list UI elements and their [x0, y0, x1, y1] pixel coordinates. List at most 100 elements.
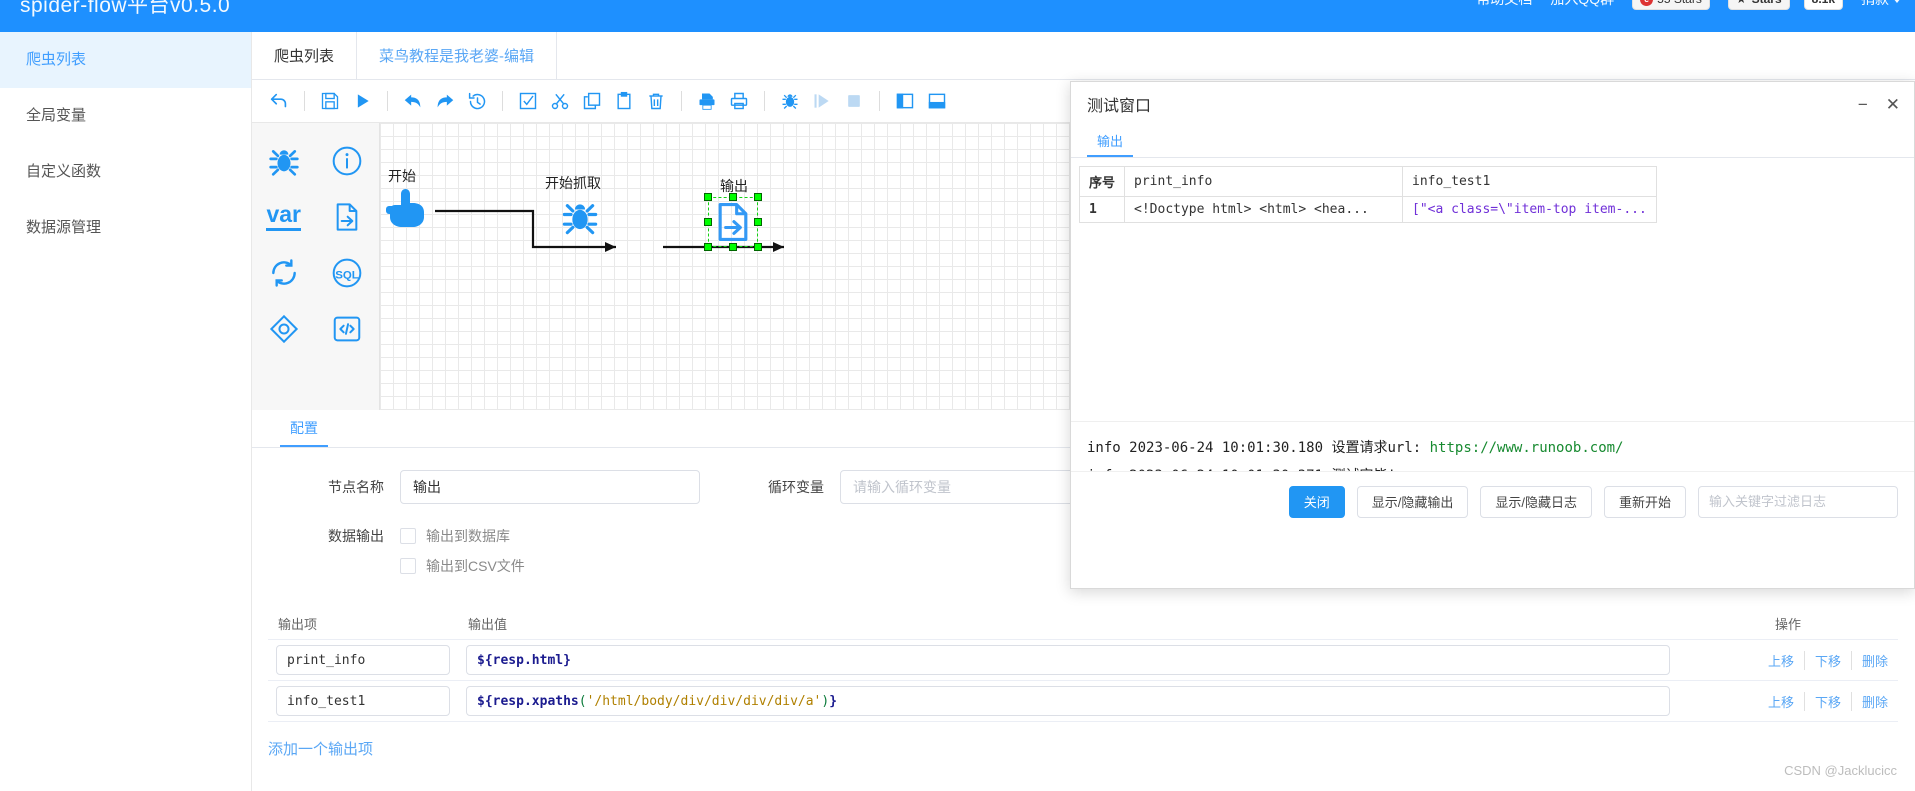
log-level: info	[1087, 440, 1121, 456]
output-to-csv-checkbox[interactable]	[400, 558, 416, 574]
code-token: '/html/body/div/div/div/div/a'	[586, 693, 822, 709]
output-item-input[interactable]: print_info	[276, 645, 450, 675]
dialog-header: 测试窗口 − ✕	[1071, 82, 1914, 126]
move-down-link[interactable]: 下移	[1805, 650, 1852, 670]
watermark: CSDN @Jacklucicc	[1784, 763, 1897, 778]
delete-link[interactable]: 删除	[1852, 692, 1890, 711]
sidebar-item-datasource[interactable]: 数据源管理	[0, 200, 251, 256]
table-header-row: 输出项 输出值 操作	[268, 608, 1898, 640]
loop-icon[interactable]	[252, 245, 316, 301]
nav-donate[interactable]: 捐款	[1861, 0, 1901, 9]
output-value-input[interactable]: ${resp.xpaths('/html/body/div/div/div/di…	[466, 686, 1670, 716]
resize-handle[interactable]	[754, 218, 762, 226]
redo-icon[interactable]	[430, 86, 460, 116]
node-name-label: 节点名称	[328, 479, 384, 495]
delete-icon[interactable]	[641, 86, 671, 116]
save-icon[interactable]	[315, 86, 345, 116]
resize-handle[interactable]	[704, 218, 712, 226]
tab-spider-list[interactable]: 爬虫列表	[252, 32, 358, 79]
code-token: ${resp.html}	[477, 652, 571, 668]
panel-left-icon[interactable]	[890, 86, 920, 116]
output-item-input[interactable]: info_test1	[276, 686, 450, 716]
selection-box	[708, 197, 758, 247]
paste-icon[interactable]	[609, 86, 639, 116]
tab-config[interactable]: 配置	[280, 410, 328, 447]
node-palette: var SQL	[252, 123, 380, 410]
print-preview-icon[interactable]	[692, 86, 722, 116]
sidebar-item-label: 自定义函数	[26, 163, 102, 180]
history-icon[interactable]	[462, 86, 492, 116]
cell-actions: 上移 下移 删除	[1678, 639, 1898, 681]
node-name-input[interactable]	[400, 470, 700, 504]
undo-icon[interactable]	[398, 86, 428, 116]
debug-icon[interactable]	[775, 86, 805, 116]
log-message: 设置请求url:	[1331, 440, 1422, 456]
github-issues-badge[interactable]: e 55 Stars	[1632, 0, 1710, 10]
result-cell-info-test1: ["<a class=\"item-top item-...	[1402, 196, 1657, 223]
step-icon[interactable]	[807, 86, 837, 116]
print-icon[interactable]	[724, 86, 754, 116]
dialog-footer: 关闭 显示/隐藏输出 显示/隐藏日志 重新开始	[1071, 471, 1914, 531]
panel-bottom-icon[interactable]	[922, 86, 952, 116]
code-icon[interactable]	[316, 301, 380, 357]
data-output-checkbox-group: 输出到数据库 输出到CSV文件	[400, 526, 525, 586]
log-url: https://www.runoob.com/	[1429, 440, 1624, 456]
toggle-output-button[interactable]: 显示/隐藏输出	[1356, 485, 1469, 518]
data-output-label: 数据输出	[328, 528, 384, 544]
stop-icon[interactable]	[839, 86, 869, 116]
output-to-database-checkbox[interactable]	[400, 528, 416, 544]
resize-handle[interactable]	[704, 243, 712, 251]
node-label-start: 开始	[388, 168, 416, 184]
test-dialog: 测试窗口 − ✕ 输出 序号 print_info info_test1 1 <…	[1070, 81, 1915, 589]
app-brand: spider-flow平台v0.5.0	[20, 0, 231, 17]
output-value-input[interactable]: ${resp.html}	[466, 645, 1670, 675]
sql-icon[interactable]: SQL	[316, 245, 380, 301]
column-header-value: 输出值	[458, 608, 1678, 640]
delete-link[interactable]: 删除	[1852, 651, 1890, 670]
hand-pointer-icon[interactable]	[386, 185, 428, 234]
move-up-link[interactable]: 上移	[1758, 691, 1805, 711]
undo-arrow-icon[interactable]	[264, 86, 294, 116]
add-output-item-link[interactable]: 添加一个输出项	[268, 738, 373, 759]
tab-output[interactable]: 输出	[1087, 126, 1134, 157]
tab-config-label: 配置	[290, 420, 318, 436]
move-down-link[interactable]: 下移	[1805, 691, 1852, 711]
cut-icon[interactable]	[545, 86, 575, 116]
resize-handle[interactable]	[729, 243, 737, 251]
copy-icon[interactable]	[577, 86, 607, 116]
run-icon[interactable]	[347, 86, 377, 116]
file-export-icon[interactable]	[316, 189, 380, 245]
tab-spider-edit[interactable]: 菜鸟教程是我老婆-编辑	[357, 32, 558, 79]
close-icon[interactable]: ✕	[1886, 96, 1900, 113]
resize-handle[interactable]	[704, 193, 712, 201]
nav-help-doc[interactable]: 帮助文档	[1476, 0, 1532, 9]
nav-join-qq[interactable]: 加入QQ群	[1550, 0, 1614, 9]
code-token: }	[829, 693, 838, 709]
column-header-actions: 操作	[1678, 608, 1898, 640]
result-cell-print-info: <!Doctype html> <html> <hea...	[1124, 196, 1404, 223]
minimize-icon[interactable]: −	[1858, 96, 1868, 113]
resize-handle[interactable]	[754, 193, 762, 201]
var-icon[interactable]: var	[252, 189, 316, 245]
close-button[interactable]: 关闭	[1288, 485, 1345, 518]
select-all-icon[interactable]	[513, 86, 543, 116]
app-root: spider-flow平台v0.5.0 帮助文档 加入QQ群 e 55 Star…	[0, 0, 1915, 791]
info-circle-icon[interactable]	[316, 133, 380, 189]
sidebar-item-label: 全局变量	[26, 107, 87, 124]
log-filter-input[interactable]	[1698, 485, 1898, 518]
resize-handle[interactable]	[729, 193, 737, 201]
bug-icon-node[interactable]	[560, 197, 600, 240]
dialog-body: 序号 print_info info_test1 1 <!Doctype htm…	[1071, 166, 1914, 531]
resize-handle[interactable]	[754, 243, 762, 251]
github-stars-badge[interactable]: ★ Stars	[1727, 0, 1790, 10]
bug-icon[interactable]	[252, 133, 316, 189]
sidebar-item-custom-function[interactable]: 自定义函数	[0, 144, 251, 200]
move-up-link[interactable]: 上移	[1758, 650, 1805, 670]
toggle-log-button[interactable]: 显示/隐藏日志	[1480, 485, 1592, 518]
restart-button[interactable]: 重新开始	[1603, 485, 1686, 518]
sidebar-item-label: 爬虫列表	[26, 51, 87, 68]
sidebar-item-spider-list[interactable]: 爬虫列表	[0, 32, 251, 88]
sidebar-item-global-variable[interactable]: 全局变量	[0, 88, 251, 144]
result-col-index: 序号	[1078, 166, 1126, 197]
diamond-icon[interactable]	[252, 301, 316, 357]
